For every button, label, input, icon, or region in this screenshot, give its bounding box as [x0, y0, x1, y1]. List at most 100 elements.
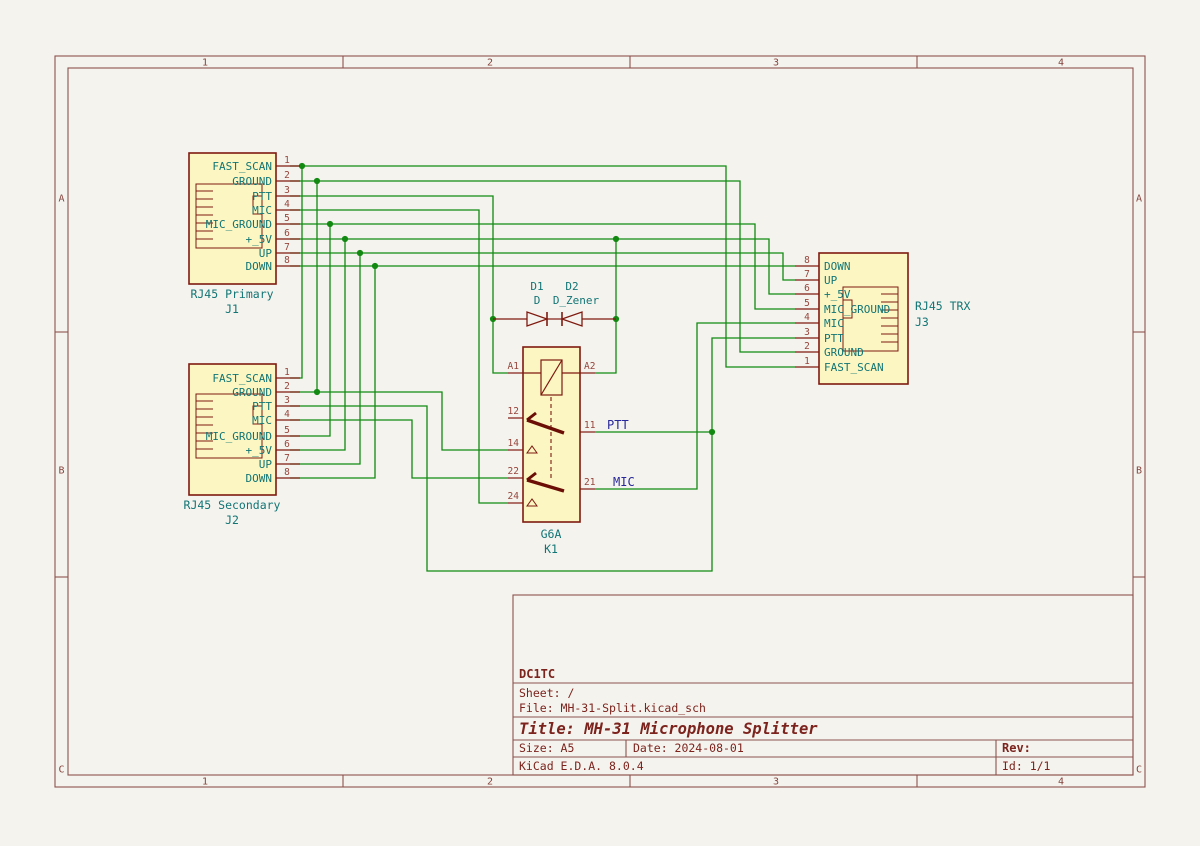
pin-number: 4 — [804, 312, 810, 323]
file-name: File: MH-31-Split.kicad_sch — [519, 701, 706, 715]
pin-number: 1 — [284, 155, 290, 166]
company-name: DC1TC — [519, 667, 555, 681]
pin-number: 5 — [804, 298, 810, 309]
paper-size: Size: A5 — [519, 741, 574, 755]
pin-number: 7 — [284, 453, 290, 464]
pin-number: 6 — [284, 228, 290, 239]
pin-name: DOWN — [246, 260, 273, 273]
reference-label[interactable]: J2 — [225, 513, 239, 527]
pin-name: MIC_GROUND — [206, 430, 272, 443]
pin-number: 6 — [284, 439, 290, 450]
pin-name: UP — [824, 274, 838, 287]
pin-number: 1 — [804, 356, 810, 367]
pin-number: 5 — [284, 425, 290, 436]
junction-dot[interactable] — [372, 263, 378, 269]
junction-dot[interactable] — [327, 221, 333, 227]
junction-dot[interactable] — [314, 178, 320, 184]
pin-name: MIC — [252, 204, 272, 217]
pin-number: 2 — [284, 381, 290, 392]
pin-number: 2 — [284, 170, 290, 181]
pin-name: GROUND — [824, 346, 864, 359]
frame-row-label: B — [58, 466, 64, 477]
pin-name: FAST_SCAN — [212, 372, 272, 385]
pin-number: 12 — [508, 406, 519, 417]
frame-row-label: A — [1136, 194, 1142, 205]
value-label[interactable]: RJ45 Secondary — [184, 498, 281, 512]
pin-name: PTT — [252, 190, 272, 203]
sheet-title: Title: MH-31 Microphone Splitter — [519, 720, 818, 738]
reference-label[interactable]: K1 — [544, 542, 558, 556]
pin-name: FAST_SCAN — [824, 361, 884, 374]
pin-name: PTT — [252, 400, 272, 413]
tool-version: KiCad E.D.A. 8.0.4 — [519, 759, 644, 773]
pin-number: A2 — [584, 361, 595, 372]
sheet-date: Date: 2024-08-01 — [633, 741, 744, 755]
pin-name: +_5V — [824, 288, 851, 301]
reference-label[interactable]: J1 — [225, 302, 239, 316]
pin-name: PTT — [824, 332, 844, 345]
pin-name: MIC_GROUND — [206, 218, 272, 231]
pin-number: 4 — [284, 199, 290, 210]
pin-name: MIC — [824, 317, 844, 330]
pin-number: 7 — [804, 269, 810, 280]
net-label-ptt[interactable]: PTT — [607, 418, 629, 432]
pin-number: 2 — [804, 341, 810, 352]
pin-number: 1 — [284, 367, 290, 378]
value-label[interactable]: G6A — [541, 527, 562, 541]
pin-number: 8 — [284, 467, 290, 478]
diode-label[interactable]: D — [534, 294, 541, 307]
pin-name: DOWN — [824, 260, 851, 273]
diode-label[interactable]: D2 — [565, 280, 578, 293]
pin-name: UP — [259, 247, 273, 260]
pin-number: A1 — [508, 361, 520, 372]
frame-column-label: 2 — [487, 58, 493, 69]
pin-number: 5 — [284, 213, 290, 224]
pin-number: 11 — [584, 420, 596, 431]
pin-name: UP — [259, 458, 273, 471]
frame-column-label: 3 — [773, 58, 779, 69]
pin-name: GROUND — [232, 386, 272, 399]
pin-number: 24 — [508, 491, 520, 502]
pin-name: +_5V — [246, 444, 273, 457]
junction-dot[interactable] — [314, 389, 320, 395]
frame-column-label: 1 — [202, 777, 208, 788]
pin-number: 4 — [284, 409, 290, 420]
pin-name: MIC_GROUND — [824, 303, 890, 316]
pin-number: 21 — [584, 477, 596, 488]
pin-number: 6 — [804, 283, 810, 294]
frame-column-label: 1 — [202, 58, 208, 69]
revision-label: Rev: — [1002, 741, 1031, 755]
junction-dot[interactable] — [357, 250, 363, 256]
pin-name: +_5V — [246, 233, 273, 246]
reference-label[interactable]: J3 — [915, 315, 929, 329]
value-label[interactable]: RJ45 TRX — [915, 299, 970, 313]
pin-number: 8 — [804, 255, 810, 266]
diode-label[interactable]: D1 — [530, 280, 543, 293]
frame-column-label: 3 — [773, 777, 779, 788]
frame-row-label: C — [58, 765, 64, 776]
pin-number: 8 — [284, 255, 290, 266]
junction-dot[interactable] — [709, 429, 715, 435]
sheet-path: Sheet: / — [519, 686, 574, 700]
pin-name: MIC — [252, 414, 272, 427]
pin-name: GROUND — [232, 175, 272, 188]
junction-dot[interactable] — [613, 236, 619, 242]
pin-name: FAST_SCAN — [212, 160, 272, 173]
pin-number: 22 — [508, 466, 519, 477]
frame-column-label: 4 — [1058, 58, 1064, 69]
pin-number: 3 — [804, 327, 810, 338]
junction-dot[interactable] — [342, 236, 348, 242]
frame-column-label: 2 — [487, 777, 493, 788]
frame-row-label: C — [1136, 765, 1142, 776]
pin-number: 7 — [284, 242, 290, 253]
pin-number: 3 — [284, 395, 290, 406]
diode-label[interactable]: D_Zener — [553, 294, 600, 307]
value-label[interactable]: RJ45 Primary — [190, 287, 273, 301]
frame-column-label: 4 — [1058, 777, 1064, 788]
pin-number: 3 — [284, 185, 290, 196]
pin-number: 14 — [508, 438, 520, 449]
frame-row-label: A — [58, 194, 64, 205]
pin-name: DOWN — [246, 472, 273, 485]
frame-row-label: B — [1136, 466, 1142, 477]
net-label-mic[interactable]: MIC — [613, 475, 635, 489]
